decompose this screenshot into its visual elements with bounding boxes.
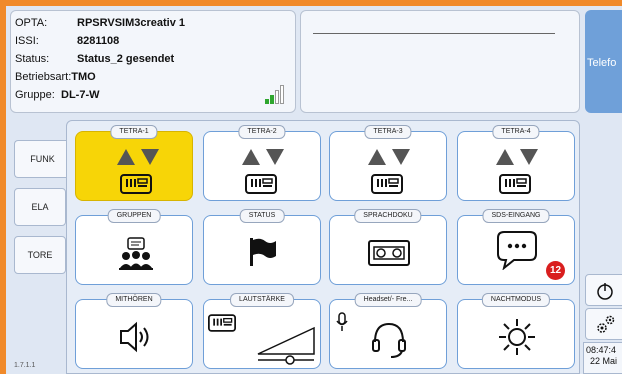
sprachdoku-tile[interactable]: SPRACHDOKU: [329, 209, 447, 285]
betriebsart-value: TMO: [71, 71, 96, 83]
tab-tore-label: TORE: [27, 250, 53, 260]
telefon-button[interactable]: Telefo: [585, 10, 622, 113]
tab-funk-label: FUNK: [30, 154, 55, 164]
radio-device-icon: [371, 174, 403, 194]
tetra-1-label: TETRA-1: [110, 125, 158, 139]
function-panel: TETRA-1 TETRA-2 TETRA-3 TETRA-4 GRUPPEN …: [66, 120, 580, 374]
message-divider: [313, 33, 555, 34]
power-icon: [597, 283, 613, 300]
sds-unread-badge: 12: [546, 261, 565, 280]
radio-device-icon: [208, 314, 236, 332]
headset-icon: [372, 322, 406, 358]
lautstaerke-label: LAUTSTÄRKE: [230, 293, 294, 307]
sprachdoku-label: SPRACHDOKU: [354, 209, 422, 223]
gruppe-row: Gruppe: DL-7-W: [15, 89, 100, 101]
group-chat-icon: [119, 237, 153, 270]
status-tile[interactable]: STATUS: [203, 209, 321, 285]
radio-device-icon: [245, 174, 277, 194]
telefon-label: Telefo: [587, 57, 617, 69]
nachtmodus-tile[interactable]: NACHTMODUS: [457, 293, 575, 369]
status-label: Status:: [15, 53, 50, 65]
tab-tore[interactable]: TORE: [14, 236, 66, 274]
radio-device-icon: [120, 174, 152, 194]
flag-icon: [250, 238, 276, 266]
microphone-icon: [336, 312, 348, 331]
up-down-arrows-icon: [496, 149, 538, 165]
status-value: Status_2 gesendet: [77, 53, 175, 65]
tetra-2-label: TETRA-2: [238, 125, 286, 139]
settings-button[interactable]: [585, 308, 622, 340]
sun-icon: [499, 319, 535, 355]
clock-time: 08:47:4: [586, 345, 617, 355]
nachtmodus-label: NACHTMODUS: [481, 293, 551, 307]
volume-slider-icon: [257, 326, 315, 365]
radio-device-icon: [499, 174, 531, 194]
issi-row: ISSI: 8281108: [15, 35, 119, 47]
radio-info-panel: OPTA: RPSRVSIM3creativ 1 ISSI: 8281108 S…: [10, 10, 296, 113]
tetra-4-tile[interactable]: TETRA-4: [457, 125, 575, 201]
power-button[interactable]: [585, 274, 622, 306]
signal-strength-icon: [265, 82, 287, 104]
up-down-arrows-icon: [368, 149, 410, 165]
issi-label: ISSI:: [15, 35, 39, 47]
issi-value: 8281108: [77, 35, 120, 47]
message-display: [300, 10, 580, 113]
cassette-icon: [368, 240, 410, 266]
tab-ela-label: ELA: [31, 202, 49, 212]
betriebsart-label: Betriebsart:: [15, 71, 72, 83]
status-row: Status: Status_2 gesendet: [15, 53, 174, 65]
opta-row: OPTA: RPSRVSIM3creativ 1: [15, 17, 185, 29]
opta-label: OPTA:: [15, 17, 48, 29]
betriebsart-row: Betriebsart:TMO: [15, 71, 96, 83]
clock-display: 08:47:4 22 Mai: [583, 342, 622, 374]
gruppen-tile[interactable]: GRUPPEN: [75, 209, 193, 285]
speech-bubble-icon: [497, 231, 537, 270]
headset-tile[interactable]: Headset/- Fre...: [329, 293, 447, 369]
up-down-arrows-icon: [117, 149, 159, 165]
tetra-1-tile[interactable]: TETRA-1: [75, 125, 193, 201]
gruppe-value: DL-7-W: [61, 89, 100, 101]
mithoeren-tile[interactable]: MITHÖREN: [75, 293, 193, 369]
sds-eingang-label: SDS-EINGANG: [482, 209, 550, 223]
tetra-3-tile[interactable]: TETRA-3: [329, 125, 447, 201]
tetra-4-label: TETRA-4: [492, 125, 540, 139]
tetra-3-label: TETRA-3: [364, 125, 412, 139]
opta-value: RPSRVSIM3creativ 1: [77, 17, 186, 29]
speaker-icon: [120, 321, 149, 353]
gears-icon: [597, 315, 615, 333]
mithoeren-label: MITHÖREN: [106, 293, 162, 307]
gruppe-label: Gruppe:: [15, 89, 55, 101]
up-down-arrows-icon: [242, 149, 284, 165]
headset-label: Headset/- Fre...: [354, 293, 422, 307]
version-label: 1.7.1.1: [14, 362, 36, 369]
status-tile-label: STATUS: [239, 209, 285, 223]
lautstaerke-tile[interactable]: LAUTSTÄRKE: [203, 293, 321, 369]
gruppen-label: GRUPPEN: [107, 209, 161, 223]
tab-ela[interactable]: ELA: [14, 188, 66, 226]
tab-funk[interactable]: FUNK: [14, 140, 70, 178]
tetra-2-tile[interactable]: TETRA-2: [203, 125, 321, 201]
clock-date: 22 Mai: [590, 356, 618, 366]
